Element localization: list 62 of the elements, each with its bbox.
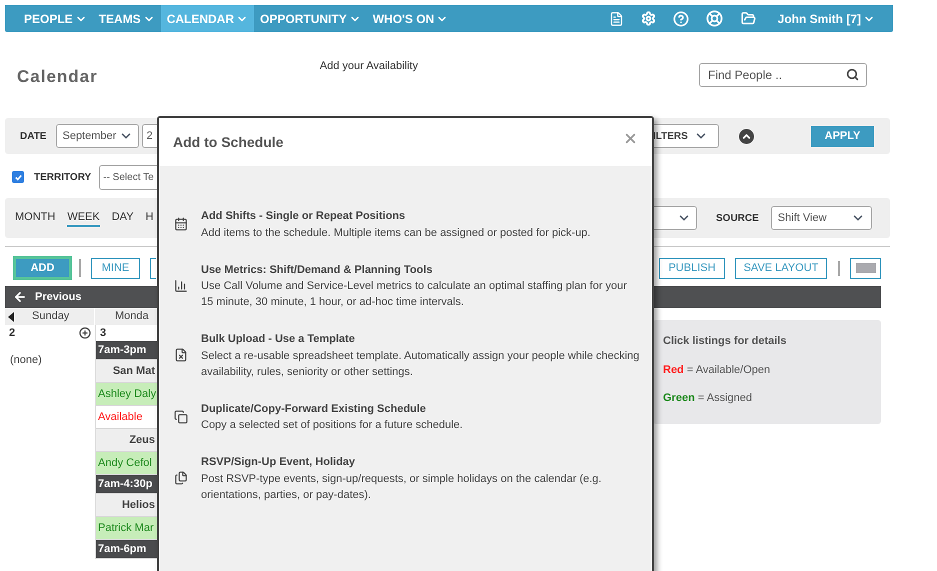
left-triangle-icon[interactable] xyxy=(8,312,14,322)
territory-label: TERRITORY xyxy=(34,170,92,184)
settings-icon[interactable] xyxy=(640,11,656,26)
option-description: Copy a selected set of positions for a future schedule. xyxy=(201,418,463,433)
availability-link[interactable]: Add your Availability xyxy=(320,58,418,74)
shift-time: 7am-4:30p xyxy=(96,475,157,494)
spreadsheet-file-icon xyxy=(174,348,188,362)
option-title: Duplicate/Copy-Forward Existing Schedule xyxy=(201,402,427,416)
schedule-option[interactable]: Bulk Upload - Use a Template Select a re-usable spreadsheet template. Automatically assign your people while checking availability, rules, seniority or other settings. xyxy=(174,331,642,380)
help-icon[interactable] xyxy=(672,10,689,26)
previous-button[interactable]: Previous xyxy=(13,288,82,306)
page-title: Calendar xyxy=(17,66,98,86)
option-title: Add Shifts - Single or Repeat Positions xyxy=(201,209,406,224)
option-description: Add items to the schedule. Multiple items can be assigned or posted for pick-up. xyxy=(201,226,590,240)
date-label: DATE xyxy=(20,130,46,144)
calendar-icon xyxy=(174,217,188,232)
document-icon[interactable] xyxy=(608,10,624,26)
shift-time: 7am-3pm xyxy=(96,341,157,360)
location-label: San Mat xyxy=(96,360,157,383)
arrow-left-icon xyxy=(13,290,27,304)
color-toggle-button[interactable] xyxy=(850,258,881,278)
day-name: Monda xyxy=(115,309,149,324)
collapse-icon[interactable] xyxy=(739,128,754,144)
schedule-option[interactable]: Use Metrics: Shift/Demand & Planning Tools Use Call Volume and Service-Level metrics to calculate an optimal staffing plan for your 15 minute, 30 minute, 1 hour, or ad-hoc time intervals. xyxy=(174,262,642,310)
territory-checkbox[interactable] xyxy=(12,171,24,183)
option-title: Bulk Upload - Use a Template xyxy=(201,332,356,347)
bar-chart-icon xyxy=(174,278,188,293)
filters-select[interactable]: ILTERS xyxy=(653,124,719,148)
option-description: Select a re-usable spreadsheet template. Automatically assign your people while checking availability, rules, seniority or other settings. xyxy=(201,348,640,380)
legend-item: Red = Available/Open xyxy=(663,362,772,378)
month-select[interactable]: September xyxy=(56,124,140,148)
copy-icon xyxy=(174,410,188,424)
location-label: Helios xyxy=(96,494,157,517)
date-number: 3 xyxy=(100,326,106,341)
lifebuoy-icon[interactable] xyxy=(706,10,723,27)
legend-item: Green = Assigned xyxy=(663,391,753,406)
folder-icon[interactable] xyxy=(740,11,757,26)
view-tab[interactable]: WEEK xyxy=(67,209,100,227)
date-number: 2 xyxy=(9,326,16,341)
day-select[interactable]: 2 xyxy=(142,124,157,148)
view-select[interactable] xyxy=(653,206,697,230)
schedule-option[interactable]: RSVP/Sign-Up Event, Holiday Post RSVP-type events, sign-up/requests, or simple holidays on the calendar (e.g. orientations, parties, or pay-dates). xyxy=(174,454,642,502)
view-tab[interactable]: H xyxy=(146,209,154,227)
source-label: SOURCE xyxy=(716,212,759,226)
source-select[interactable]: Shift View xyxy=(770,206,872,230)
option-title: RSVP/Sign-Up Event, Holiday xyxy=(201,455,356,470)
search-icon[interactable] xyxy=(846,68,859,81)
find-people-field[interactable]: Find People .. xyxy=(699,63,867,87)
view-tab[interactable]: DAY xyxy=(112,209,134,227)
add-circle-icon[interactable] xyxy=(79,327,91,339)
day-name: Sunday xyxy=(32,309,70,324)
option-title: Use Metrics: Shift/Demand & Planning Tools xyxy=(201,262,434,278)
schedule-option[interactable]: Add Shifts - Single or Repeat Positions Add items to the schedule. Multiple items can be assigned or posted for pick-up. xyxy=(174,208,642,240)
option-description: Post RSVP-type events, sign-up/requests, or simple holidays on the calendar (e.g. orientations, parties, or pay-dates). xyxy=(201,472,602,502)
location-label: Zeus xyxy=(96,429,157,452)
view-tab[interactable]: MONTH xyxy=(15,209,56,227)
legend-title: Click listings for details xyxy=(663,334,788,349)
documents-icon xyxy=(174,471,188,486)
option-description: Use Call Volume and Service-Level metrics to calculate an optimal staffing plan for your 15 minute, 30 minute, 1 hour, or ad-hoc time intervals. xyxy=(201,279,628,310)
shift-time: 7am-6pm xyxy=(96,540,157,559)
schedule-option[interactable]: Duplicate/Copy-Forward Existing Schedule Copy a selected set of positions for a future schedule. xyxy=(174,400,642,433)
dialog-title: Add to Schedule xyxy=(173,132,284,152)
